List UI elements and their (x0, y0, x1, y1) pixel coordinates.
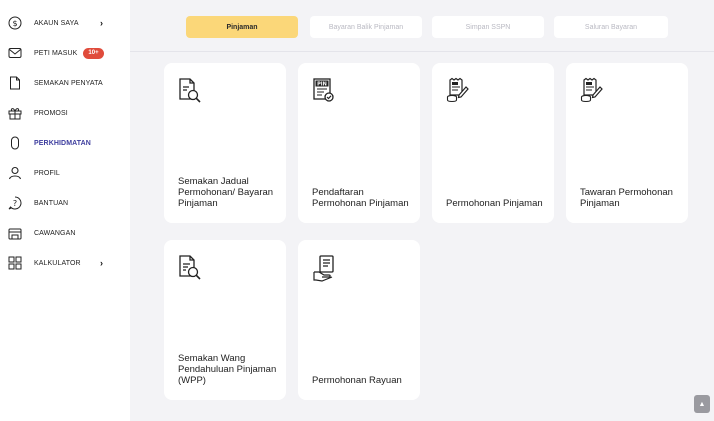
scroll-to-top-button[interactable]: ▲ (694, 395, 710, 413)
sidebar-item-label: KALKULATOR (34, 259, 81, 267)
svg-text:PIN: PIN (317, 81, 327, 87)
sidebar-item-label: PERKHIDMATAN (34, 139, 91, 147)
dollar-circle-icon: $ (8, 16, 22, 30)
tab-saluran-bayaran[interactable]: Saluran Bayaran (554, 16, 668, 38)
document-search-icon (178, 77, 202, 105)
card-title: Semakan Jadual Permohonan/ Bayaran Pinja… (178, 176, 274, 209)
card-title: Permohonan Rayuan (312, 375, 402, 386)
appeal-document-icon (312, 254, 336, 282)
tab-simpan-sspn[interactable]: Simpan SSPN (432, 16, 544, 38)
sidebar-item-peti-masuk[interactable]: PETI MASUK 10+ (0, 38, 130, 68)
sidebar-item-label: PROFIL (34, 169, 60, 177)
sidebar-item-bantuan[interactable]: ? BANTUAN (0, 188, 130, 218)
card-semakan-wpp[interactable]: Semakan Wang Pendahuluan Pinjaman (WPP) (164, 240, 286, 400)
card-title: Tawaran Permohonan Pinjaman (580, 187, 673, 209)
pin-document-icon: PIN (312, 77, 336, 105)
sidebar: $ AKAUN SAYA › PETI MASUK 10+ SEMAKAN PE… (0, 0, 130, 421)
chevron-right-icon: › (100, 258, 103, 268)
wpp-search-icon (178, 254, 202, 282)
sidebar-item-label: BANTUAN (34, 199, 69, 207)
user-icon (8, 166, 22, 180)
document-icon (8, 76, 22, 90)
tab-pinjaman[interactable]: Pinjaman (186, 16, 298, 38)
main-content: Pinjaman Bayaran Balik Pinjaman Simpan S… (130, 0, 714, 421)
sidebar-item-akaun-saya[interactable]: $ AKAUN SAYA › (0, 8, 130, 38)
card-title: Semakan Wang Pendahuluan Pinjaman (WPP) (178, 353, 277, 386)
sidebar-item-promosi[interactable]: PROMOSI (0, 98, 130, 128)
card-title: Permohonan Pinjaman (446, 198, 543, 209)
sidebar-item-perkhidmatan[interactable]: PERKHIDMATAN (0, 128, 130, 158)
card-tawaran-permohonan[interactable]: Tawaran Permohonan Pinjaman (566, 63, 688, 223)
chevron-up-icon: ▲ (698, 400, 706, 408)
sidebar-item-semakan-penyata[interactable]: SEMAKAN PENYATA (0, 68, 130, 98)
tab-bayaran-balik-pinjaman[interactable]: Bayaran Balik Pinjaman (310, 16, 422, 38)
help-icon: ? (8, 196, 22, 210)
svg-text:$: $ (12, 19, 17, 28)
mail-icon (8, 46, 22, 60)
card-title: Pendaftaran Permohonan Pinjaman (312, 187, 409, 209)
loan-application-icon (446, 77, 470, 105)
card-semakan-jadual[interactable]: Semakan Jadual Permohonan/ Bayaran Pinja… (164, 63, 286, 223)
sidebar-item-cawangan[interactable]: CAWANGAN (0, 218, 130, 248)
branch-icon (8, 226, 22, 240)
sidebar-item-label: CAWANGAN (34, 229, 76, 237)
chevron-right-icon: › (100, 18, 103, 28)
card-permohonan-rayuan[interactable]: Permohonan Rayuan (298, 240, 420, 400)
gift-icon (8, 106, 22, 120)
sidebar-item-kalkulator[interactable]: KALKULATOR › (0, 248, 130, 278)
sidebar-item-label: AKAUN SAYA (34, 19, 79, 27)
capsule-icon (8, 136, 22, 150)
calculator-icon (8, 256, 22, 270)
unread-count-badge: 10+ (83, 47, 104, 59)
tab-bar: Pinjaman Bayaran Balik Pinjaman Simpan S… (130, 0, 714, 52)
card-pendaftaran-permohonan[interactable]: PIN Pendaftaran Permohonan Pinjaman (298, 63, 420, 223)
card-permohonan-pinjaman[interactable]: Permohonan Pinjaman (432, 63, 554, 223)
sidebar-item-label: SEMAKAN PENYATA (34, 79, 103, 87)
svg-text:?: ? (13, 199, 17, 208)
sidebar-item-label: PROMOSI (34, 109, 68, 117)
loan-offer-icon (580, 77, 604, 105)
sidebar-item-profil[interactable]: PROFIL (0, 158, 130, 188)
sidebar-item-label: PETI MASUK (34, 49, 78, 57)
